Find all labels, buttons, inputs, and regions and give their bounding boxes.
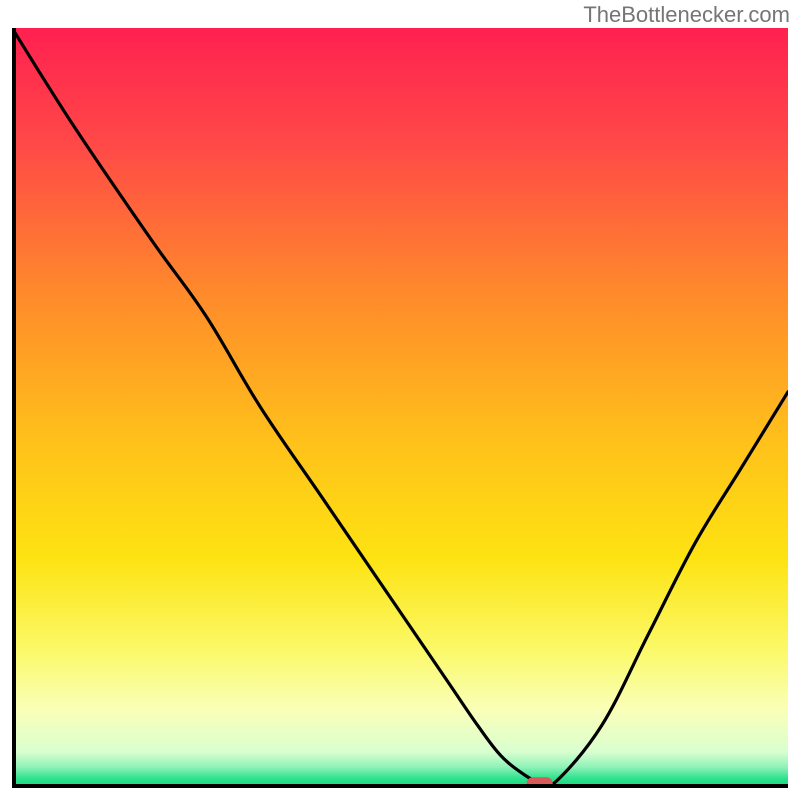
chart-container: TheBottlenecker.com	[0, 0, 800, 800]
watermark-text: TheBottlenecker.com	[583, 2, 790, 28]
plot-area	[12, 28, 788, 788]
gradient-background	[12, 28, 788, 786]
chart-svg	[12, 28, 788, 788]
